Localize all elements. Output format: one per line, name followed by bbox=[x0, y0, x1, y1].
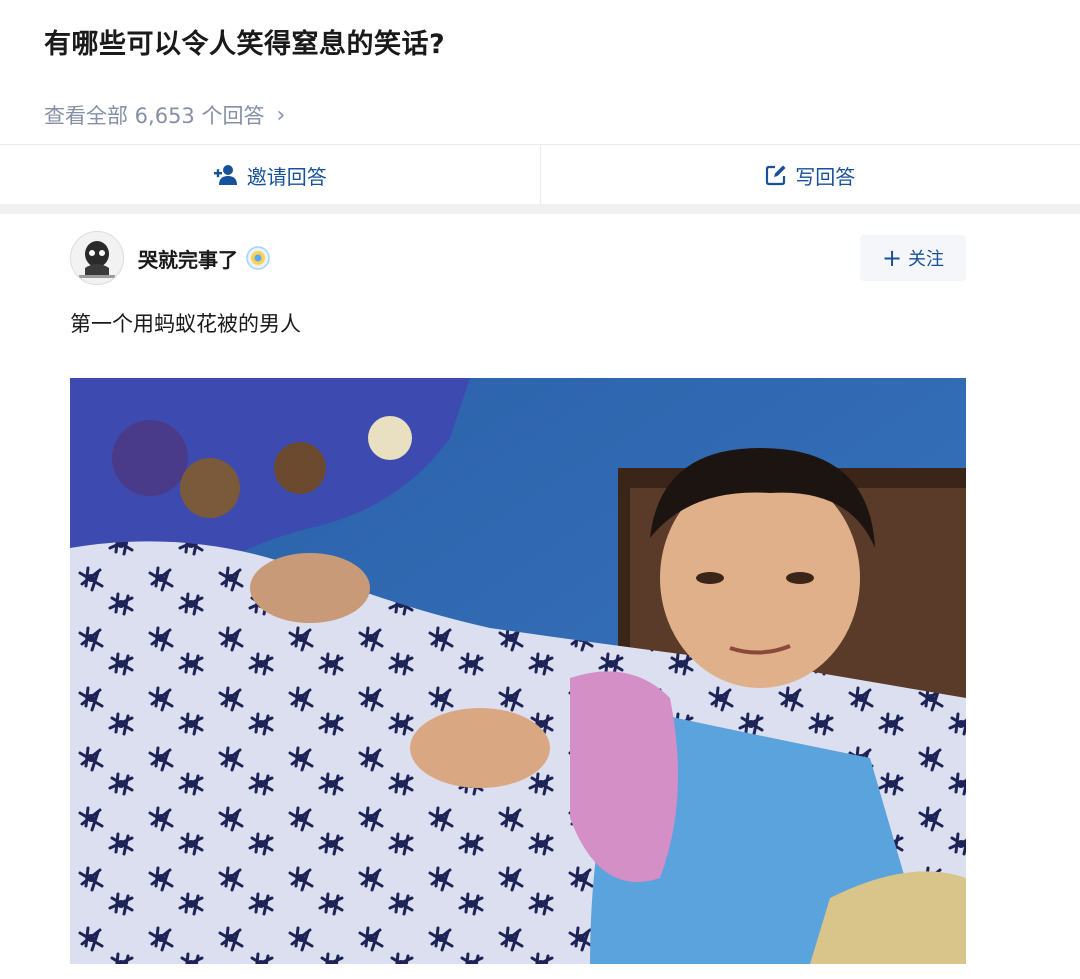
author-name[interactable]: 哭就完事了 bbox=[138, 244, 238, 273]
verified-badge-icon bbox=[246, 246, 270, 270]
invite-answer-label: 邀请回答 bbox=[246, 164, 327, 189]
author-row: 哭就完事了 + 关注 bbox=[70, 231, 966, 285]
invite-answer-button[interactable]: 邀请回答 bbox=[0, 145, 540, 205]
add-user-icon bbox=[213, 164, 239, 186]
section-divider bbox=[0, 204, 1080, 214]
answer-text: 第一个用蚂蚁花被的男人 bbox=[70, 312, 301, 336]
edit-icon bbox=[765, 164, 787, 186]
question-title[interactable]: 有哪些可以令人笑得窒息的笑话? bbox=[44, 22, 445, 61]
action-bar: 邀请回答 写回答 bbox=[0, 144, 1080, 205]
follow-button[interactable]: + 关注 bbox=[860, 235, 966, 281]
view-all-answers-link[interactable]: 查看全部 6,653 个回答 › bbox=[44, 100, 285, 130]
write-answer-label: 写回答 bbox=[795, 164, 856, 189]
view-all-label: 查看全部 6,653 个回答 bbox=[44, 104, 265, 128]
answer-image[interactable] bbox=[70, 378, 966, 964]
follow-label: 关注 bbox=[908, 249, 945, 270]
write-answer-button[interactable]: 写回答 bbox=[539, 145, 1080, 205]
plus-icon: + bbox=[881, 244, 903, 272]
avatar[interactable] bbox=[70, 231, 124, 285]
chevron-right-icon: › bbox=[276, 102, 286, 128]
